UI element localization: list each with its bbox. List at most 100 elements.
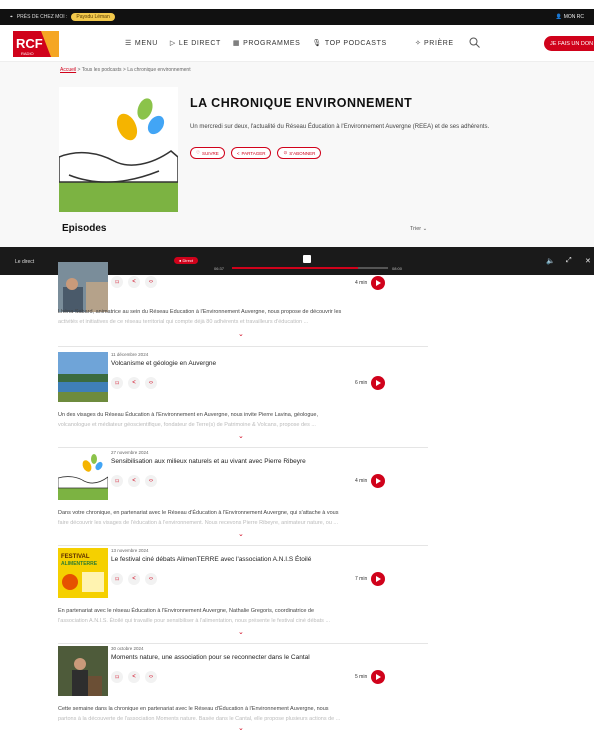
episodes-heading: Episodes [62,223,107,234]
embed-icon[interactable]: ‹› [145,573,157,585]
user-icon: 👤 [555,14,562,20]
episode-duration: 7 min [355,576,368,582]
episode-actions: ⌑ < ‹› [111,671,157,683]
episode-title[interactable]: Volcanisme et géologie en Auvergne [111,360,216,367]
episode-title[interactable]: Sensibilisation aux milieux naturels et … [111,458,306,465]
bookmark-icon[interactable]: ⌑ [111,573,123,585]
podcast-actions: ♡ SUIVRE < PARTAGER ⊙ S'ABONNER [190,147,322,159]
close-icon[interactable]: ✕ [585,257,591,265]
bookmark-icon[interactable]: ⌑ [111,475,123,487]
divider [58,447,428,448]
episode-actions: ⌑ < ‹› [111,377,157,389]
episode-item: 30 octobre 2024 Moments nature, une asso… [58,646,428,731]
follow-label: SUIVRE [202,150,219,156]
episode-duration: 5 min [355,674,368,680]
rcf-logo[interactable]: RCF RADIO [13,31,59,57]
play-outline-icon: ▷ [169,40,176,47]
share-icon[interactable]: < [128,573,140,585]
episode-excerpt: Lhéna Sabard, animatrice au sein du Rése… [58,309,342,315]
episode-excerpt-faded: volcanologue et médiateur géoscientifiqu… [58,422,316,428]
volume-icon[interactable]: 🔈 [546,257,555,265]
location-pill[interactable]: Paysdu Léman [71,13,115,21]
nav-programmes[interactable]: ▦ PROGRAMMES [233,39,301,48]
expand-chevron-icon[interactable]: ⌄ [238,724,244,731]
search-icon[interactable] [469,37,480,48]
breadcrumb-current: La chronique environnement [127,67,191,73]
episode-excerpt-faded: partons à la découverte de l'association… [58,716,341,722]
nav-top-podcasts[interactable]: 🎙 TOP PODCASTS [312,39,386,48]
podcast-title: LA CHRONIQUE ENVIRONNEMENT [190,96,413,110]
expand-chevron-icon[interactable]: ⌄ [238,432,244,440]
play-button[interactable] [371,572,385,586]
bookmark-icon[interactable]: ⌑ [111,276,123,288]
episode-thumbnail[interactable]: FESTIVALALIMENTERRE [58,548,108,598]
embed-icon[interactable]: ‹› [145,671,157,683]
heart-icon: ♡ [196,150,201,155]
account-link[interactable]: 👤 MON RC [555,14,584,20]
episode-excerpt: Cette semaine dans la chronique en parte… [58,706,329,712]
share-icon: < [236,150,240,156]
episode-thumbnail[interactable] [58,262,108,312]
nav-direct-label: LE DIRECT [178,39,221,47]
svg-text:RCF: RCF [16,36,43,51]
podcast-cover-image [59,87,178,212]
embed-icon[interactable]: ‹› [145,276,157,288]
play-button[interactable] [371,670,385,684]
episode-thumbnail[interactable] [58,450,108,500]
share-icon[interactable]: < [128,276,140,288]
podcast-description: Un mercredi sur deux, l'actualité du Rés… [190,124,490,130]
share-icon[interactable]: < [128,671,140,683]
mic-icon: 🎙 [312,40,322,47]
play-button[interactable] [371,474,385,488]
episode-thumbnail[interactable] [58,352,108,402]
nav-menu[interactable]: ☰ MENU [125,39,158,48]
divider [58,545,428,546]
episode-thumbnail[interactable] [58,646,108,696]
breadcrumb: Accueil > Tous les podcasts > La chroniq… [60,67,191,73]
share-icon[interactable]: < [128,377,140,389]
main-nav: ☰ MENU ▷ LE DIRECT ▦ PROGRAMMES 🎙 TOP PODCAS… [125,39,387,48]
expand-chevron-icon[interactable]: ⌄ [238,628,244,636]
episode-date: 13 novembre 2024 [111,548,149,553]
nav-direct[interactable]: ▷ LE DIRECT [169,39,221,48]
festival-art-line2: ALIMENTERRE [61,561,98,567]
breadcrumb-home[interactable]: Accueil [60,67,76,73]
bookmark-icon[interactable]: ⌑ [111,377,123,389]
episode-excerpt: Un des visages du Réseau Éducation à l'E… [58,412,319,418]
embed-icon[interactable]: ‹› [145,377,157,389]
chevron-down-icon: ⌄ [422,226,428,232]
subscribe-button[interactable]: ⊙ S'ABONNER [277,147,322,159]
share-label: PARTAGER [241,150,266,156]
share-icon[interactable]: < [128,475,140,487]
share-button[interactable]: < PARTAGER [230,147,272,159]
breadcrumb-podcasts[interactable]: Tous les podcasts [82,67,122,73]
expand-chevron-icon[interactable]: ⌄ [238,530,244,538]
episode-actions: ⌑ < ‹› [111,276,157,288]
play-button[interactable] [371,376,385,390]
episode-date: 11 décembre 2024 [111,352,149,357]
nav-programmes-label: PROGRAMMES [243,39,301,47]
bookmark-icon[interactable]: ⌑ [111,671,123,683]
main-header: RCF RADIO ☰ MENU ▷ LE DIRECT ▦ PROGRAMMES 🎙… [0,25,594,62]
expand-chevron-icon[interactable]: ⌄ [238,330,244,338]
donate-button[interactable]: JE FAIS UN DON [544,36,594,51]
episode-title[interactable]: Le festival ciné débats AlimenTERRE avec… [111,556,311,563]
nav-menu-label: MENU [134,39,158,47]
top-bar: ⌖ PRÈS DE CHEZ MOI : Paysdu Léman 👤 MON … [0,9,594,25]
sort-dropdown[interactable]: Trier ⌄ [410,226,427,232]
follow-button[interactable]: ♡ SUIVRE [190,147,225,159]
episode-title[interactable]: Moments nature, une association pour se … [111,654,310,661]
divider [58,346,428,347]
expand-icon[interactable]: ⤢ [566,257,572,265]
play-button[interactable] [371,276,385,290]
location-label: PRÈS DE CHEZ MOI : [16,14,68,20]
location-pin-icon: ⌖ [10,14,13,20]
breadcrumb-separator: > [77,67,81,73]
episode-duration: 4 min [355,280,368,286]
episode-date: 27 novembre 2024 [111,450,149,455]
episode-actions: ⌑ < ‹› [111,475,157,487]
nav-priere[interactable]: ✧ PRIÈRE [415,39,454,47]
embed-icon[interactable]: ‹› [145,475,157,487]
location-selector[interactable]: ⌖ PRÈS DE CHEZ MOI : Paysdu Léman [10,13,115,21]
svg-text:RADIO: RADIO [21,51,34,56]
